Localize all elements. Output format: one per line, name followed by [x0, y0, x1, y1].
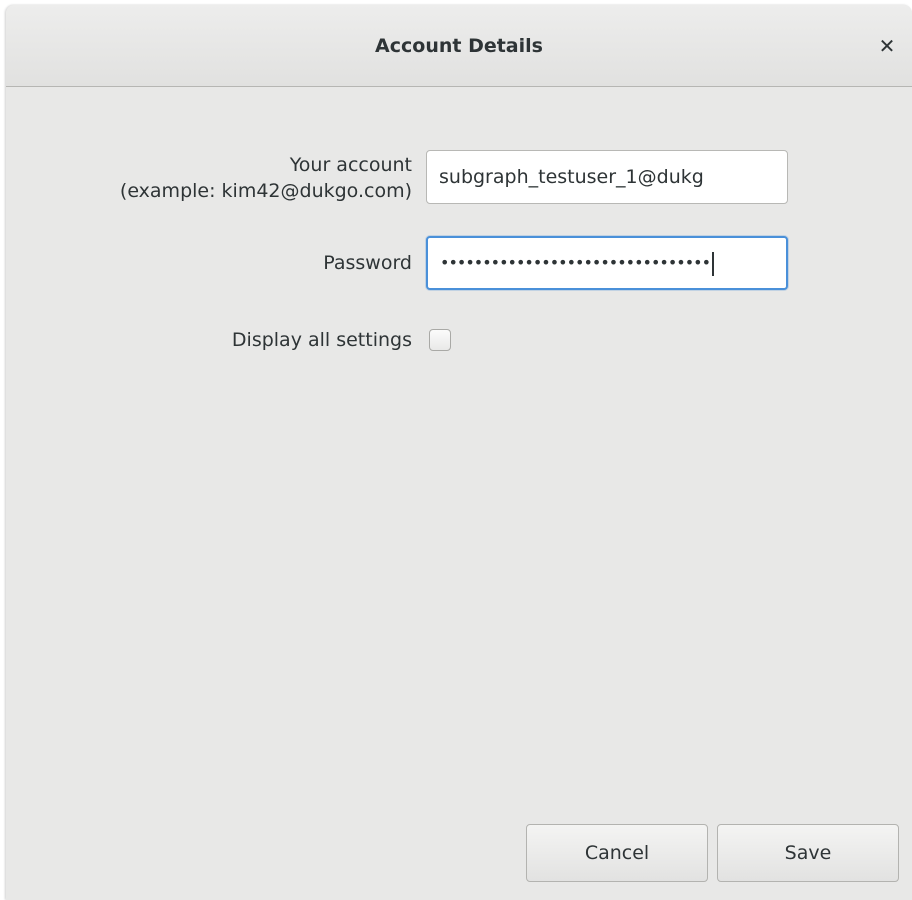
cancel-button[interactable]: Cancel	[526, 824, 708, 882]
account-label: Your account (example: kim42@dukgo.com)	[120, 152, 412, 204]
dialog-title: Account Details	[375, 35, 543, 57]
account-input[interactable]: subgraph_testuser_1@dukg	[426, 150, 788, 204]
password-input[interactable]: ••••••••••••••••••••••••••••••••	[426, 236, 788, 290]
account-details-dialog: Account Details ✕ Your account (example:…	[6, 5, 912, 900]
password-label: Password	[323, 252, 412, 274]
display-all-settings-checkbox[interactable]	[429, 329, 451, 351]
display-all-settings-label: Display all settings	[231, 329, 412, 351]
account-label-line2: (example: kim42@dukgo.com)	[119, 180, 412, 202]
password-masked-value: ••••••••••••••••••••••••••••••••	[440, 253, 711, 272]
account-label-line1: Your account	[289, 154, 412, 176]
save-button[interactable]: Save	[717, 824, 899, 882]
close-icon[interactable]: ✕	[872, 31, 902, 61]
dialog-titlebar: Account Details ✕	[6, 5, 912, 87]
text-caret	[712, 251, 714, 276]
